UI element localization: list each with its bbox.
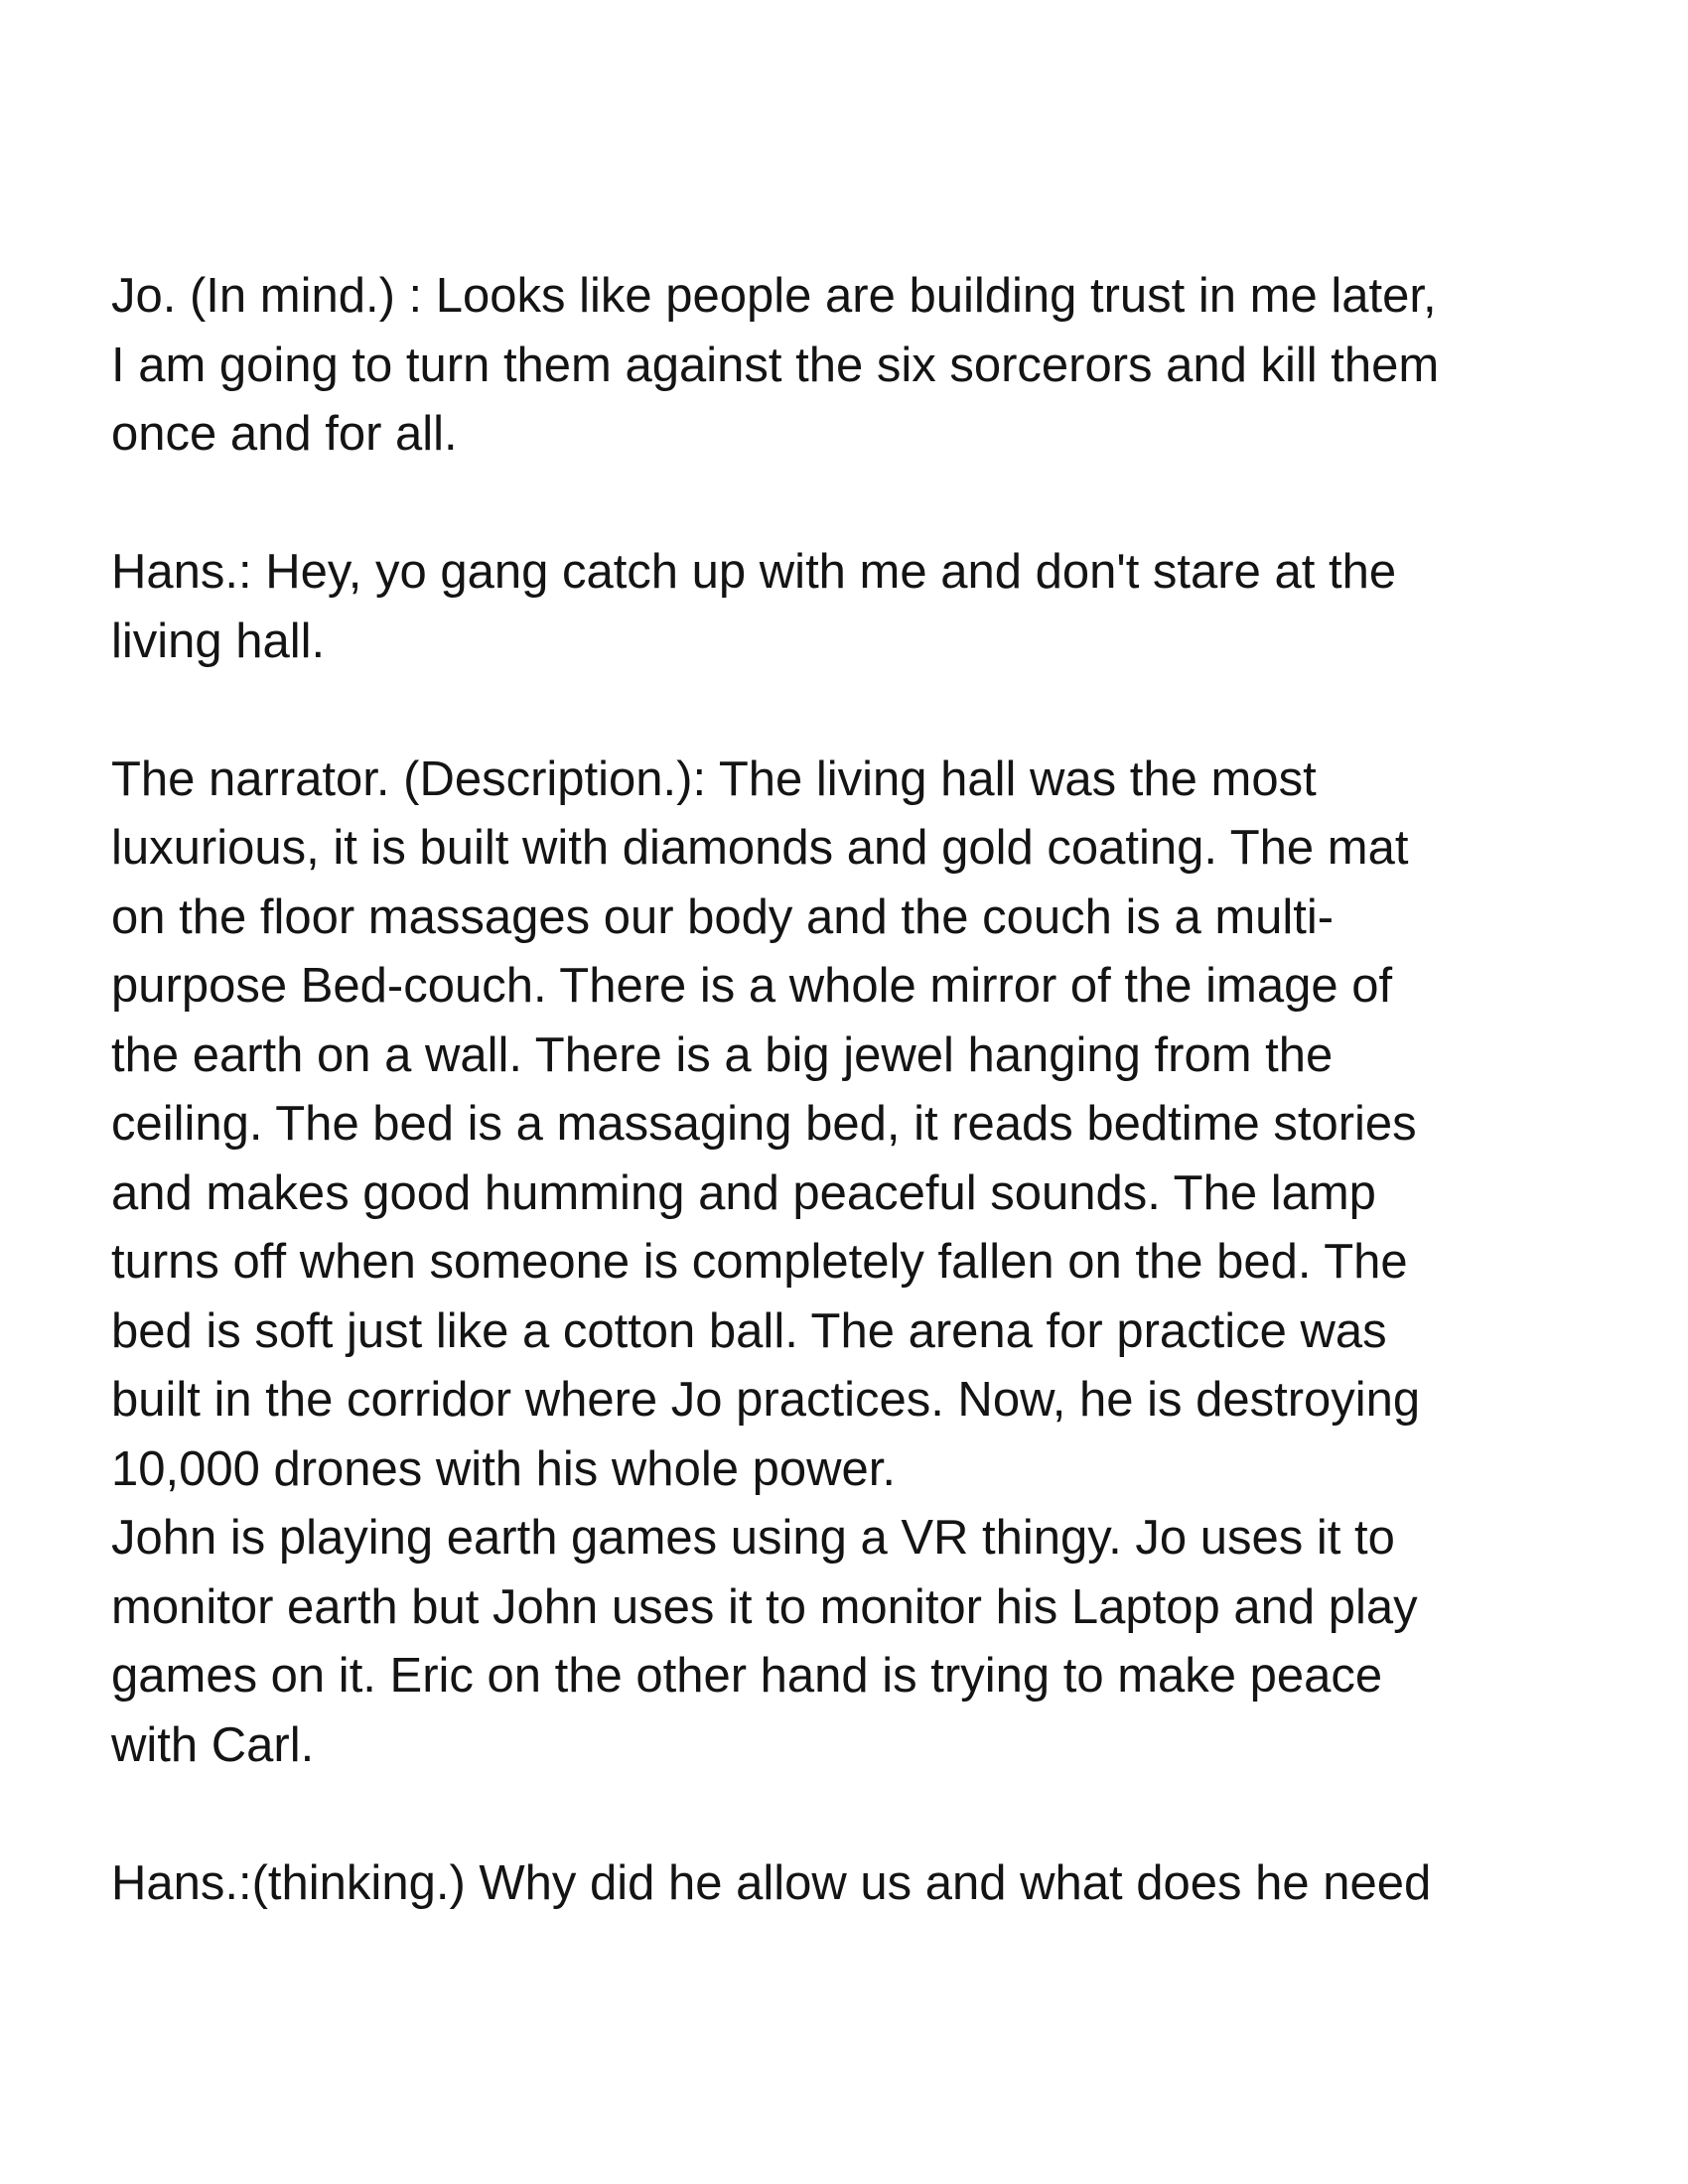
paragraph-hans-dialogue: Hans.: Hey, yo gang catch up with me and… bbox=[111, 545, 1397, 668]
document-page: Jo. (In mind.) : Looks like people are b… bbox=[111, 262, 1601, 1918]
paragraph-john-vr: John is playing earth games using a VR t… bbox=[111, 1511, 1418, 1772]
paragraph-hans-thinking: Hans.:(thinking.) Why did he allow us an… bbox=[111, 1855, 1432, 1910]
paragraph-narrator-description: The narrator. (Description.): The living… bbox=[111, 751, 1421, 1496]
paragraph-jo-thought: Jo. (In mind.) : Looks like people are b… bbox=[111, 269, 1440, 461]
